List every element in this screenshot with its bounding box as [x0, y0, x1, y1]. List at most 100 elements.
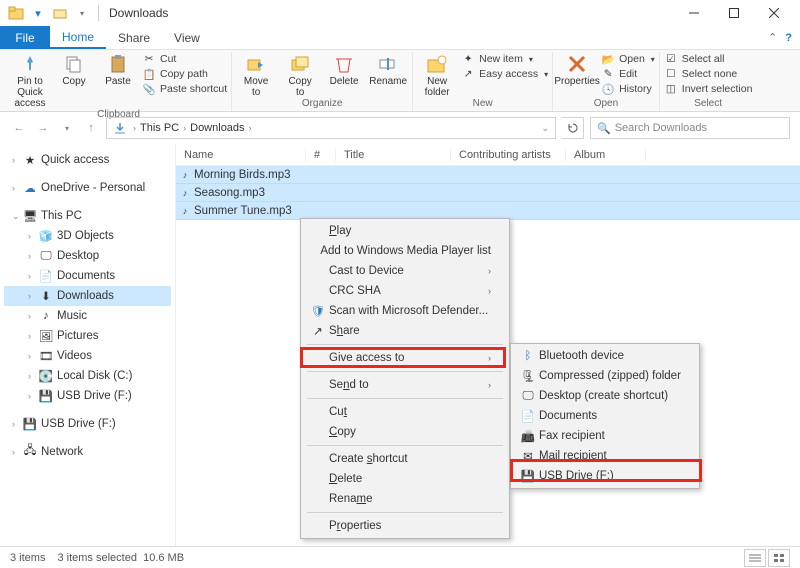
select-none-button[interactable]: ☐Select none: [664, 67, 753, 81]
menu-defender[interactable]: 🛡Scan with Microsoft Defender...: [301, 301, 509, 321]
forward-button[interactable]: →: [34, 119, 52, 137]
menu-properties[interactable]: Properties: [301, 516, 509, 536]
window-title: Downloads: [109, 6, 168, 20]
nav-desktop[interactable]: ›🖵Desktop: [4, 246, 171, 266]
crumb-downloads[interactable]: Downloads: [190, 122, 244, 134]
menu-copy[interactable]: Copy: [301, 422, 509, 442]
menu-add-wmp[interactable]: Add to Windows Media Player list: [301, 241, 509, 261]
menu-rename[interactable]: Rename: [301, 489, 509, 509]
menu-cut[interactable]: Cut: [301, 402, 509, 422]
sendto-mail[interactable]: ✉Mail recipient: [511, 446, 699, 466]
col-artist[interactable]: Contributing artists: [451, 149, 566, 161]
sendto-zip[interactable]: 🗜Compressed (zipped) folder: [511, 366, 699, 386]
menu-play[interactable]: Play: [301, 221, 509, 241]
col-title[interactable]: Title: [336, 149, 451, 161]
view-icons-button[interactable]: [768, 549, 790, 567]
paste-button[interactable]: Paste: [98, 52, 138, 87]
nav-documents[interactable]: ›📄Documents: [4, 266, 171, 286]
nav-quick-access[interactable]: ›★Quick access: [4, 150, 171, 170]
copy-button[interactable]: Copy: [54, 52, 94, 87]
column-header: Name # Title Contributing artists Album: [176, 144, 800, 166]
menu-share[interactable]: ↗Share: [301, 321, 509, 341]
pin-to-quick-access-button[interactable]: Pin to Quick access: [10, 52, 50, 109]
new-folder-button[interactable]: New folder: [417, 52, 457, 98]
nav-onedrive[interactable]: ›☁OneDrive - Personal: [4, 178, 171, 198]
col-name[interactable]: Name: [176, 149, 306, 161]
back-button[interactable]: ←: [10, 119, 28, 137]
file-row[interactable]: ♪Seasong.mp3: [176, 184, 800, 202]
documents-icon: 📄: [517, 409, 539, 423]
cut-button[interactable]: ✂Cut: [142, 52, 227, 66]
nav-videos[interactable]: ›🎞Videos: [4, 346, 171, 366]
properties-icon: [565, 52, 589, 76]
select-all-icon: ☑: [664, 52, 678, 66]
menu-create-shortcut[interactable]: Create shortcut: [301, 449, 509, 469]
tab-home[interactable]: Home: [50, 26, 106, 49]
nav-pictures[interactable]: ›🖼Pictures: [4, 326, 171, 346]
qat-dropdown-icon[interactable]: ▾: [72, 3, 92, 23]
recent-dropdown[interactable]: ▾: [58, 119, 76, 137]
paste-icon: [106, 52, 130, 76]
menu-crc[interactable]: CRC SHA›: [301, 281, 509, 301]
group-open-label: Open: [594, 98, 618, 111]
menu-delete[interactable]: Delete: [301, 469, 509, 489]
col-album[interactable]: Album: [566, 149, 646, 161]
menu-give-access[interactable]: Give access to›: [301, 348, 509, 368]
nav-usb-drive-2[interactable]: ›💾USB Drive (F:): [4, 414, 171, 434]
title-bar: ▾ ▾ Downloads: [0, 0, 800, 26]
sendto-usb[interactable]: 💾USB Drive (F:): [511, 466, 699, 486]
paste-shortcut-button[interactable]: 📎Paste shortcut: [142, 82, 227, 96]
rename-button[interactable]: Rename: [368, 52, 408, 87]
menu-cast[interactable]: Cast to Device›: [301, 261, 509, 281]
view-details-button[interactable]: [744, 549, 766, 567]
copy-path-button[interactable]: 📋Copy path: [142, 67, 227, 81]
easy-access-button[interactable]: ↗Easy access▾: [461, 67, 548, 81]
crumb-thispc[interactable]: This PC: [140, 122, 179, 134]
file-row[interactable]: ♪Morning Birds.mp3: [176, 166, 800, 184]
nav-usb-drive-1[interactable]: ›💾USB Drive (F:): [4, 386, 171, 406]
properties-button[interactable]: Properties: [557, 52, 597, 87]
move-to-button[interactable]: Move to: [236, 52, 276, 98]
crumb-dropdown[interactable]: ⌄: [541, 123, 549, 134]
context-menu: Play Add to Windows Media Player list Ca…: [300, 218, 510, 539]
copy-to-button[interactable]: Copy to: [280, 52, 320, 98]
nav-3d-objects[interactable]: ›🧊3D Objects: [4, 226, 171, 246]
tab-view[interactable]: View: [162, 26, 212, 49]
refresh-button[interactable]: [562, 117, 584, 139]
nav-downloads[interactable]: ›⬇Downloads: [4, 286, 171, 306]
easy-access-icon: ↗: [461, 67, 475, 81]
ribbon-collapse-icon[interactable]: ⌃: [768, 31, 777, 44]
up-button[interactable]: ↑: [82, 119, 100, 137]
edit-button[interactable]: ✎Edit: [601, 67, 655, 81]
col-number[interactable]: #: [306, 149, 336, 161]
invert-selection-button[interactable]: ◫Invert selection: [664, 82, 753, 96]
ribbon: Pin to Quick access Copy Paste ✂Cut 📋Cop…: [0, 50, 800, 112]
sendto-fax[interactable]: 📠Fax recipient: [511, 426, 699, 446]
menu-send-to[interactable]: Send to›: [301, 375, 509, 395]
ribbon-tab-bar: File Home Share View ⌃ ?: [0, 26, 800, 50]
sendto-submenu: ᛒBluetooth device 🗜Compressed (zipped) f…: [510, 343, 700, 489]
qat-down-arrow-icon[interactable]: ▾: [28, 3, 48, 23]
tab-share[interactable]: Share: [106, 26, 162, 49]
select-all-button[interactable]: ☑Select all: [664, 52, 753, 66]
help-icon[interactable]: ?: [785, 32, 792, 44]
sendto-desktop[interactable]: 🖵Desktop (create shortcut): [511, 386, 699, 406]
sendto-documents[interactable]: 📄Documents: [511, 406, 699, 426]
nav-music[interactable]: ›♪Music: [4, 306, 171, 326]
breadcrumb[interactable]: › This PC › Downloads › ⌄: [106, 117, 556, 139]
nav-network[interactable]: ›🖧Network: [4, 442, 171, 462]
delete-button[interactable]: Delete: [324, 52, 364, 87]
nav-thispc[interactable]: ⌄🖥This PC: [4, 206, 171, 226]
close-button[interactable]: [754, 1, 794, 25]
sendto-bluetooth[interactable]: ᛒBluetooth device: [511, 346, 699, 366]
maximize-button[interactable]: [714, 1, 754, 25]
minimize-button[interactable]: [674, 1, 714, 25]
tab-file[interactable]: File: [0, 26, 50, 49]
new-item-button[interactable]: ✦New item▾: [461, 52, 548, 66]
documents-icon: 📄: [38, 269, 54, 283]
search-input[interactable]: 🔍 Search Downloads: [590, 117, 790, 139]
nav-local-disk[interactable]: ›💽Local Disk (C:): [4, 366, 171, 386]
open-button[interactable]: 📂Open▾: [601, 52, 655, 66]
history-button[interactable]: 🕓History: [601, 82, 655, 96]
group-organize-label: Organize: [302, 98, 343, 111]
